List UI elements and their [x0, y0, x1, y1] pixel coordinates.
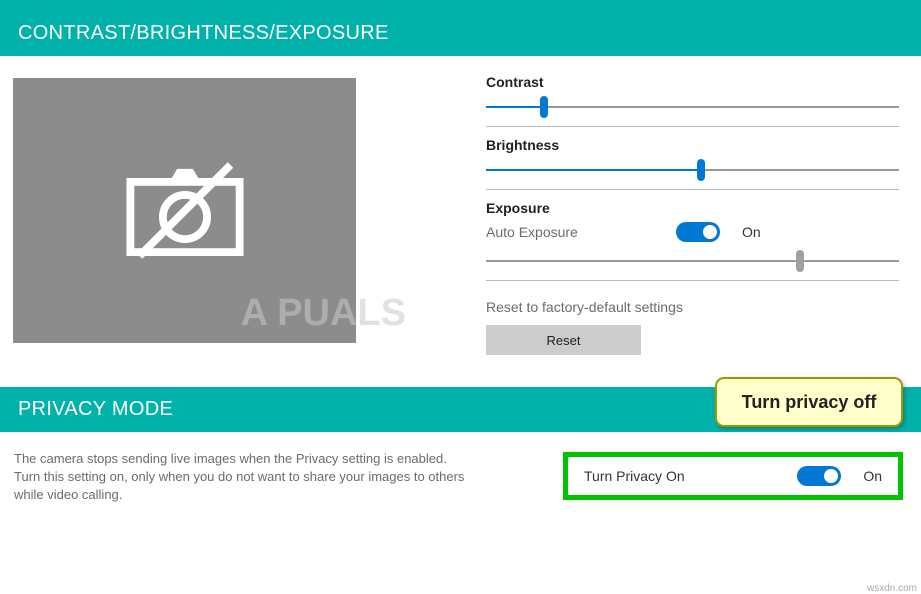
privacy-tooltip: Turn privacy off [715, 377, 903, 427]
controls-column: Contrast Brightness Exposure Auto Exposu… [356, 56, 921, 377]
section-header-contrast: CONTRAST/BRIGHTNESS/EXPOSURE [0, 11, 921, 56]
contrast-brightness-body: A PUALS Contrast Brightness Exposure Aut… [0, 56, 921, 377]
brightness-group: Brightness [486, 127, 899, 190]
contrast-group: Contrast [486, 74, 899, 127]
preview-wrap: A PUALS [0, 56, 356, 377]
top-strip [0, 0, 921, 11]
privacy-toggle[interactable] [797, 466, 841, 486]
camera-preview: A PUALS [13, 78, 356, 343]
brightness-slider[interactable] [486, 159, 899, 181]
turn-privacy-on-label: Turn Privacy On [584, 468, 744, 484]
privacy-description: The camera stops sending live images whe… [14, 450, 474, 504]
exposure-slider [486, 250, 899, 272]
reset-block: Reset to factory-default settings Reset [486, 281, 899, 355]
privacy-body: The camera stops sending live images whe… [0, 432, 921, 510]
privacy-highlight-box: Turn Privacy On On [563, 452, 903, 500]
brightness-label: Brightness [486, 137, 899, 153]
contrast-label: Contrast [486, 74, 899, 90]
privacy-state: On [863, 468, 882, 484]
exposure-group: Exposure Auto Exposure On [486, 190, 899, 281]
reset-button[interactable]: Reset [486, 325, 641, 355]
no-camera-icon [120, 158, 250, 263]
contrast-slider[interactable] [486, 96, 899, 118]
reset-label: Reset to factory-default settings [486, 299, 899, 315]
auto-exposure-toggle[interactable] [676, 222, 720, 242]
exposure-label: Exposure [486, 200, 899, 216]
footer-watermark: wsxdn.com [867, 583, 917, 594]
auto-exposure-label: Auto Exposure [486, 224, 676, 240]
auto-exposure-state: On [742, 224, 761, 240]
